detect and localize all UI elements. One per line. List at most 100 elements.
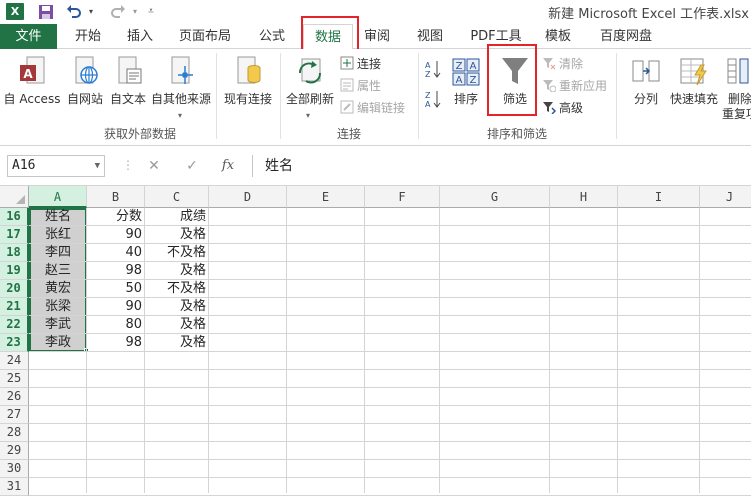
cell-c22-grade[interactable]: 及格: [145, 316, 209, 334]
cell-a22-name[interactable]: 李武: [29, 316, 87, 334]
column-header-h[interactable]: H: [550, 186, 618, 208]
row-header-28[interactable]: 28: [0, 424, 29, 442]
row-header-26[interactable]: 26: [0, 388, 29, 406]
column-header-a[interactable]: A: [29, 186, 87, 208]
cell-b23-score[interactable]: 98: [87, 334, 145, 352]
cell-b20-score[interactable]: 50: [87, 280, 145, 298]
cell-c18-grade[interactable]: 不及格: [145, 244, 209, 262]
cell-a19-name[interactable]: 赵三: [29, 262, 87, 280]
redo-icon[interactable]: [108, 2, 128, 22]
tab-templates[interactable]: 模板: [536, 24, 580, 49]
cell-b21-score[interactable]: 90: [87, 298, 145, 316]
undo-dropdown-icon[interactable]: ▾: [86, 2, 96, 22]
cell-a21-name[interactable]: 张梁: [29, 298, 87, 316]
column-header-e[interactable]: E: [287, 186, 365, 208]
cell-b22-score[interactable]: 80: [87, 316, 145, 334]
insert-function-icon[interactable]: fx: [216, 155, 240, 177]
row-header-22[interactable]: 22: [0, 316, 29, 334]
tab-pdf-tools[interactable]: PDF工具: [465, 24, 527, 49]
row-header-20[interactable]: 20: [0, 280, 29, 298]
row-header-18[interactable]: 18: [0, 244, 29, 262]
tab-insert[interactable]: 插入: [118, 24, 162, 49]
from-access-button[interactable]: A 自 Access: [2, 55, 62, 107]
cell-b18-score[interactable]: 40: [87, 244, 145, 262]
row-header-19[interactable]: 19: [0, 262, 29, 280]
cell-b17-score[interactable]: 90: [87, 226, 145, 244]
column-header-j[interactable]: J: [700, 186, 751, 208]
tab-view[interactable]: 视图: [408, 24, 452, 49]
from-other-sources-dropdown-icon[interactable]: ▾: [178, 111, 182, 120]
clear-filter-button[interactable]: 清除: [542, 54, 583, 74]
tab-home[interactable]: 开始: [66, 24, 110, 49]
row-header-16[interactable]: 16: [0, 208, 29, 226]
text-to-columns-button[interactable]: 分列: [624, 55, 668, 107]
flash-fill-button[interactable]: 快速填充: [668, 55, 720, 107]
tab-file[interactable]: 文件: [0, 24, 57, 49]
column-header-d[interactable]: D: [209, 186, 287, 208]
cell-c19-grade[interactable]: 及格: [145, 262, 209, 280]
name-box[interactable]: A16 ▼: [7, 155, 105, 177]
cell-a20-name[interactable]: 黄宏: [29, 280, 87, 298]
connections-group-label: 连接: [336, 127, 361, 141]
filter-button[interactable]: 筛选: [492, 55, 538, 107]
connections-button[interactable]: 连接: [340, 54, 381, 74]
row-header-25[interactable]: 25: [0, 370, 29, 388]
redo-dropdown-icon[interactable]: ▾: [130, 2, 140, 22]
tab-data[interactable]: 数据: [303, 24, 353, 50]
row-header-30[interactable]: 30: [0, 460, 29, 478]
column-header-c[interactable]: C: [145, 186, 209, 208]
column-header-i[interactable]: I: [618, 186, 700, 208]
cell-a18-name[interactable]: 李四: [29, 244, 87, 262]
ribbon-tab-bar: 文件 开始 插入 页面布局 公式 数据 审阅 视图 PDF工具 模板 百度网盘: [0, 24, 751, 50]
row-header-29[interactable]: 29: [0, 442, 29, 460]
from-text-button[interactable]: 自文本: [107, 55, 149, 107]
cell-a23-name[interactable]: 李政: [29, 334, 87, 352]
existing-connections-button[interactable]: 现有连接: [220, 55, 276, 107]
row-header-31[interactable]: 31: [0, 478, 29, 496]
row-header-24[interactable]: 24: [0, 352, 29, 370]
cancel-entry-icon[interactable]: ✕: [142, 155, 166, 177]
column-header-f[interactable]: F: [365, 186, 440, 208]
cell-a16-name[interactable]: 姓名: [29, 208, 87, 226]
tab-page-layout[interactable]: 页面布局: [172, 24, 238, 49]
cell-b19-score[interactable]: 98: [87, 262, 145, 280]
sort-descending-button[interactable]: ZA: [424, 89, 445, 109]
cell-c21-grade[interactable]: 及格: [145, 298, 209, 316]
cell-b16-score[interactable]: 分数: [87, 208, 145, 226]
cell-a17-name[interactable]: 张红: [29, 226, 87, 244]
tab-baidu-netdisk[interactable]: 百度网盘: [590, 24, 662, 49]
cell-c20-grade[interactable]: 不及格: [145, 280, 209, 298]
column-header-b[interactable]: B: [87, 186, 145, 208]
row-header-21[interactable]: 21: [0, 298, 29, 316]
tab-review[interactable]: 审阅: [356, 24, 398, 49]
from-other-sources-button[interactable]: 自其他来源: [149, 55, 213, 107]
refresh-all-dropdown-icon[interactable]: ▾: [306, 111, 310, 120]
sort-ascending-button[interactable]: AZ: [424, 59, 445, 79]
undo-icon[interactable]: [64, 2, 84, 22]
row-header-17[interactable]: 17: [0, 226, 29, 244]
confirm-entry-icon[interactable]: ✓: [180, 155, 204, 177]
remove-duplicates-button[interactable]: 删除 重复项: [720, 55, 751, 122]
refresh-all-button[interactable]: 全部刷新: [284, 55, 336, 107]
ribbon-separator: [418, 53, 419, 139]
row-header-23[interactable]: 23: [0, 334, 29, 352]
from-web-button[interactable]: 自网站: [64, 55, 106, 107]
tab-formulas[interactable]: 公式: [250, 24, 294, 49]
column-header-g[interactable]: G: [440, 186, 550, 208]
cell-c17-grade[interactable]: 及格: [145, 226, 209, 244]
edit-links-button[interactable]: 编辑链接: [340, 98, 405, 118]
advanced-filter-button[interactable]: 高级: [542, 98, 583, 118]
sort-button[interactable]: ZAAZ 排序: [448, 55, 484, 107]
cell-c23-grade[interactable]: 及格: [145, 334, 209, 352]
worksheet-grid[interactable]: A B C D E F G H I J 16 17 18 19 20 21 22 23 24 25 26 27 28 29 30…: [0, 186, 751, 496]
properties-button[interactable]: 属性: [340, 76, 381, 96]
customize-icon[interactable]: ⩡: [144, 2, 158, 22]
reapply-button[interactable]: 重新应用: [542, 76, 607, 96]
save-icon[interactable]: [36, 2, 56, 22]
formula-input[interactable]: 姓名: [252, 155, 751, 177]
sort-za-icon: ZA: [424, 89, 442, 109]
row-header-27[interactable]: 27: [0, 406, 29, 424]
name-box-dropdown-icon[interactable]: ▼: [95, 156, 100, 176]
select-all-corner[interactable]: [0, 186, 29, 208]
cell-c16-grade[interactable]: 成绩: [145, 208, 209, 226]
